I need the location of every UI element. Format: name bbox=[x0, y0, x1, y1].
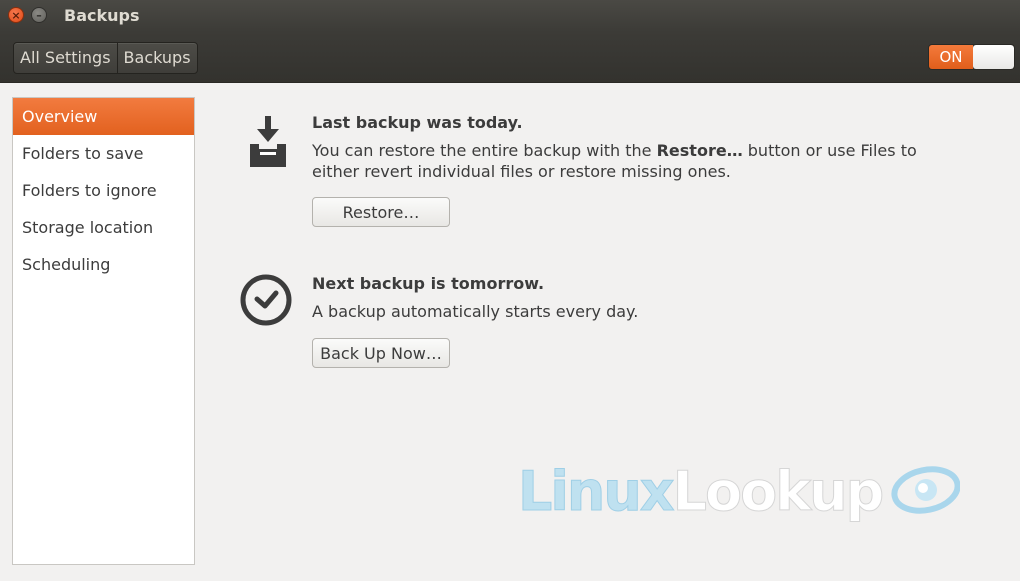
sidebar-item-overview[interactable]: Overview bbox=[13, 98, 194, 135]
last-backup-heading: Last backup was today. bbox=[312, 113, 523, 132]
sidebar-item-storage-location[interactable]: Storage location bbox=[13, 209, 194, 246]
title-bar: × – Backups bbox=[0, 0, 1020, 32]
sidebar-item-folders-to-save[interactable]: Folders to save bbox=[13, 135, 194, 172]
watermark-logo: Linux Lookup bbox=[518, 460, 961, 523]
next-backup-heading: Next backup is tomorrow. bbox=[312, 274, 545, 293]
eye-swirl-logo-icon bbox=[890, 464, 961, 520]
breadcrumb: All Settings Backups bbox=[13, 42, 198, 74]
breadcrumb-all-settings[interactable]: All Settings bbox=[14, 43, 117, 73]
toolbar: All Settings Backups ON bbox=[0, 32, 1020, 83]
sidebar-item-scheduling[interactable]: Scheduling bbox=[13, 246, 194, 283]
watermark-text-lookup: Lookup bbox=[672, 460, 885, 523]
backup-on-off-switch[interactable]: ON bbox=[928, 44, 1015, 70]
sidebar-item-folders-to-ignore[interactable]: Folders to ignore bbox=[13, 172, 194, 209]
clock-icon bbox=[240, 272, 296, 328]
restore-button[interactable]: Restore… bbox=[312, 197, 450, 227]
watermark-text-linux: Linux bbox=[518, 460, 676, 523]
download-tray-icon bbox=[240, 112, 296, 168]
desc-restore-bold: Restore… bbox=[656, 141, 743, 160]
back-up-now-button[interactable]: Back Up Now… bbox=[312, 338, 450, 368]
close-window-button[interactable]: × bbox=[8, 7, 24, 23]
last-backup-description: You can restore the entire backup with t… bbox=[312, 140, 932, 182]
desc-text-1: You can restore the entire backup with t… bbox=[312, 141, 657, 160]
sidebar: Overview Folders to save Folders to igno… bbox=[12, 97, 195, 565]
switch-on-label: ON bbox=[929, 45, 973, 69]
switch-knob bbox=[973, 45, 1014, 69]
next-backup-description: A backup automatically starts every day. bbox=[312, 302, 639, 321]
breadcrumb-backups[interactable]: Backups bbox=[116, 43, 197, 73]
window-title: Backups bbox=[64, 6, 140, 25]
minimize-window-button[interactable]: – bbox=[31, 7, 47, 23]
